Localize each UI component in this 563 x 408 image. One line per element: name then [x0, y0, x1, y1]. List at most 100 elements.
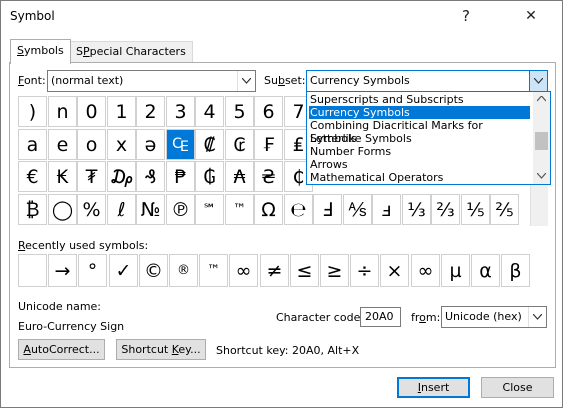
- font-dropdown[interactable]: (normal text): [47, 70, 256, 92]
- recent-symbol-cell[interactable]: ≠: [260, 254, 289, 287]
- recent-symbol-cell[interactable]: ∞: [411, 254, 440, 287]
- tab-symbols-rest: ymbols: [23, 44, 64, 57]
- recent-symbol-cell[interactable]: ∞: [229, 254, 258, 287]
- chevron-down-icon: [537, 173, 546, 179]
- autocorrect-rest: utoCorrect...: [30, 343, 100, 356]
- symbol-cell[interactable]: ₴: [254, 161, 283, 192]
- chevron-down-icon[interactable]: [528, 307, 546, 327]
- symbol-cell[interactable]: ₱: [166, 161, 195, 192]
- symbol-cell[interactable]: ₡: [195, 129, 224, 160]
- close-icon[interactable]: ✕: [508, 1, 554, 32]
- symbol-cell[interactable]: ₳: [225, 161, 254, 192]
- symbol-cell[interactable]: ₣: [254, 129, 283, 160]
- tab-special-characters[interactable]: SPpecial Characters: [69, 41, 193, 63]
- title-bar: Symbol ? ✕: [1, 1, 562, 32]
- subset-label-rest: set:: [284, 74, 306, 87]
- shortcut-key-button[interactable]: Shortcut Key...: [116, 339, 206, 360]
- recent-symbol-cell[interactable]: ®: [169, 254, 198, 287]
- symbol-cell[interactable]: 5: [225, 96, 254, 127]
- symbol-cell[interactable]: Ⅎ: [313, 194, 342, 225]
- subset-option[interactable]: Arrows: [309, 158, 530, 171]
- symbol-cell[interactable]: ⅓: [402, 194, 431, 225]
- symbol-cell[interactable]: 0: [77, 96, 106, 127]
- recent-symbol-cell[interactable]: µ: [441, 254, 470, 287]
- dropdown-scrollbar[interactable]: [533, 92, 550, 184]
- subset-option[interactable]: Currency Symbols: [309, 106, 530, 119]
- symbol-cell[interactable]: ℠: [195, 194, 224, 225]
- symbol-cell[interactable]: 1: [107, 96, 136, 127]
- recent-symbol-cell[interactable]: ©: [139, 254, 168, 287]
- recent-symbol-cell[interactable]: [18, 254, 47, 287]
- symbol-cell[interactable]: Ω: [254, 194, 283, 225]
- symbol-cell[interactable]: ⅖: [490, 194, 519, 225]
- symbol-cell[interactable]: №: [136, 194, 165, 225]
- symbol-cell[interactable]: ™: [225, 194, 254, 225]
- insert-button[interactable]: Insert: [397, 377, 470, 398]
- symbol-cell[interactable]: ℓ: [107, 194, 136, 225]
- subset-label-pre: Su: [264, 74, 278, 87]
- subset-label: Subset:: [264, 74, 305, 87]
- symbol-cell[interactable]: 2: [136, 96, 165, 127]
- autocorrect-button[interactable]: AutoCorrect...: [18, 339, 105, 360]
- symbol-cell[interactable]: ₰: [136, 161, 165, 192]
- symbol-cell[interactable]: ⅔: [431, 194, 460, 225]
- from-label-pre: fr: [411, 311, 420, 324]
- symbol-cell[interactable]: ): [18, 96, 47, 127]
- symbol-cell[interactable]: 4: [195, 96, 224, 127]
- symbol-cell[interactable]: ₲: [195, 161, 224, 192]
- symbol-cell[interactable]: €: [18, 161, 47, 192]
- insert-rest: nsert: [420, 381, 450, 394]
- recent-symbol-cell[interactable]: →: [48, 254, 77, 287]
- symbol-cell[interactable]: ◯: [48, 194, 77, 225]
- recent-symbol-cell[interactable]: ✓: [109, 254, 138, 287]
- symbol-cell[interactable]: ⅕: [461, 194, 490, 225]
- symbol-cell[interactable]: ₠: [166, 129, 195, 160]
- symbol-cell[interactable]: %: [77, 194, 106, 225]
- symbol-cell[interactable]: n: [48, 96, 77, 127]
- subset-option[interactable]: Mathematical Operators: [309, 171, 530, 184]
- char-code-input[interactable]: 20A0: [360, 307, 401, 327]
- symbol-cell[interactable]: ₯: [107, 161, 136, 192]
- symbol-cell[interactable]: ℮: [284, 194, 313, 225]
- from-label: from:: [411, 311, 440, 324]
- subset-option[interactable]: Letterlike Symbols: [309, 132, 530, 145]
- symbol-cell[interactable]: x: [107, 129, 136, 160]
- recent-symbol-cell[interactable]: ≥: [320, 254, 349, 287]
- subset-dropdown[interactable]: Currency Symbols: [306, 70, 548, 92]
- symbol-cell[interactable]: ə: [136, 129, 165, 160]
- symbol-cell[interactable]: e: [48, 129, 77, 160]
- dropdown-scroll-thumb[interactable]: [535, 132, 548, 150]
- from-dropdown[interactable]: Unicode (hex): [441, 306, 547, 328]
- subset-option[interactable]: Superscripts and Subscripts: [309, 93, 530, 106]
- tab-symbols[interactable]: Symbols: [10, 39, 71, 64]
- symbol-cell[interactable]: a: [18, 129, 47, 160]
- recent-symbol-cell[interactable]: ™: [199, 254, 228, 287]
- symbol-cell[interactable]: ℗: [166, 194, 195, 225]
- font-value: (normal text): [51, 74, 124, 87]
- symbol-cell[interactable]: ₮: [77, 161, 106, 192]
- symbol-cell[interactable]: ⅎ: [372, 194, 401, 225]
- chevron-down-icon[interactable]: [237, 71, 255, 91]
- symbol-cell[interactable]: 6: [254, 96, 283, 127]
- close-button[interactable]: Close: [481, 377, 554, 398]
- help-icon[interactable]: ?: [443, 1, 489, 32]
- symbol-cell[interactable]: ₭: [48, 161, 77, 192]
- symbol-cell[interactable]: ₿: [18, 194, 47, 225]
- chevron-down-icon[interactable]: [529, 71, 547, 91]
- recent-symbol-cell[interactable]: ×: [380, 254, 409, 287]
- recent-symbol-cell[interactable]: ÷: [350, 254, 379, 287]
- symbol-cell[interactable]: ₢: [225, 129, 254, 160]
- symbol-cell[interactable]: 3: [166, 96, 195, 127]
- symbol-cell[interactable]: ⅍: [343, 194, 372, 225]
- shortcut-key-text: Shortcut key: 20A0, Alt+X: [216, 344, 360, 357]
- subset-option[interactable]: Number Forms: [309, 145, 530, 158]
- symbol-cell[interactable]: o: [77, 129, 106, 160]
- recent-symbol-cell[interactable]: β: [501, 254, 530, 287]
- symbol-dialog: Symbol ? ✕ Symbols SPpecial Characters F…: [0, 0, 563, 408]
- recent-label-rest: ecently used symbols:: [25, 239, 149, 252]
- subset-option[interactable]: Combining Diacritical Marks for Symbols: [309, 119, 530, 145]
- from-value: Unicode (hex): [445, 310, 522, 323]
- recent-symbol-cell[interactable]: α: [471, 254, 500, 287]
- recent-symbol-cell[interactable]: °: [78, 254, 107, 287]
- recent-symbol-cell[interactable]: ≤: [290, 254, 319, 287]
